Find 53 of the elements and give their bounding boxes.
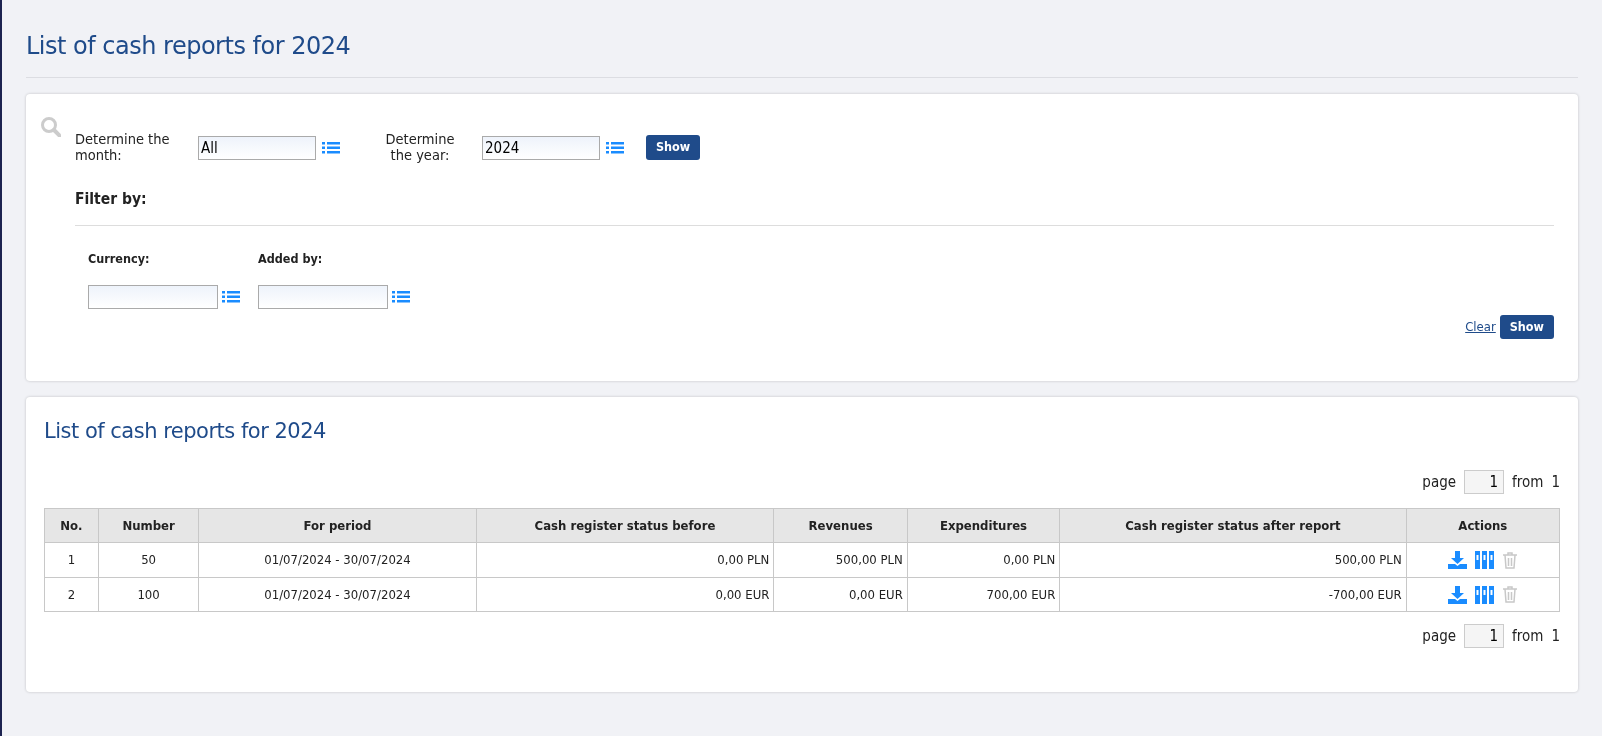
table-cell: -700,00 EUR bbox=[1059, 577, 1407, 612]
section-title: List of cash reports for 2024 bbox=[44, 418, 327, 444]
column-header: No. bbox=[44, 508, 99, 543]
filter-field[interactable] bbox=[88, 284, 218, 309]
page-title: List of cash reports for 2024 bbox=[26, 32, 352, 61]
table-cell: 2 bbox=[44, 577, 99, 612]
show-button[interactable]: Show bbox=[1499, 314, 1554, 340]
binders-icon[interactable] bbox=[1474, 585, 1494, 604]
filter-field[interactable] bbox=[258, 284, 388, 309]
column-header: Cash register status before bbox=[476, 508, 774, 543]
show-button[interactable]: Show bbox=[646, 135, 701, 161]
page-field[interactable]: 1 bbox=[1464, 470, 1505, 494]
list-icon[interactable] bbox=[392, 289, 410, 304]
page-field[interactable]: 1 bbox=[1464, 624, 1505, 649]
table-cell: 500,00 PLN bbox=[773, 543, 908, 578]
pager-label: page bbox=[1422, 626, 1457, 648]
table-cell: 100 bbox=[98, 577, 199, 612]
table-cell: 0,00 EUR bbox=[476, 577, 774, 612]
page-count: 1 bbox=[1551, 626, 1560, 648]
table-cell: 0,00 EUR bbox=[773, 577, 908, 612]
table-cell: 01/07/2024 - 30/07/2024 bbox=[198, 577, 477, 612]
page-count: 1 bbox=[1551, 471, 1560, 493]
month-field[interactable]: All bbox=[198, 135, 316, 160]
column-header: Number bbox=[98, 508, 199, 543]
field-label: Added by: bbox=[258, 249, 324, 268]
download-icon[interactable] bbox=[1447, 585, 1467, 604]
field-label: Currency: bbox=[88, 249, 151, 268]
pager-label: from bbox=[1512, 471, 1544, 493]
column-header: Actions bbox=[1406, 508, 1560, 543]
list-icon[interactable] bbox=[322, 140, 340, 155]
year-field[interactable]: 2024 bbox=[482, 135, 600, 160]
column-header: Cash register status after report bbox=[1059, 508, 1407, 543]
list-icon[interactable] bbox=[222, 289, 240, 304]
table-cell: 50 bbox=[98, 543, 199, 578]
column-header: For period bbox=[198, 508, 477, 543]
search-icon bbox=[40, 115, 61, 137]
table-cell: 700,00 EUR bbox=[907, 577, 1060, 612]
pager-label: page bbox=[1422, 471, 1457, 493]
table-cell: 500,00 PLN bbox=[1059, 543, 1407, 578]
field-label: Determine the year: bbox=[384, 131, 456, 164]
binders-icon[interactable] bbox=[1474, 551, 1494, 570]
column-header: Expenditures bbox=[907, 508, 1060, 543]
download-icon[interactable] bbox=[1447, 551, 1467, 570]
table-cell: 1 bbox=[44, 543, 99, 578]
list-icon[interactable] bbox=[606, 140, 624, 155]
clear-link[interactable]: Clear bbox=[1465, 317, 1496, 337]
table-cell: 0,00 PLN bbox=[907, 543, 1060, 578]
table-cell: 0,00 PLN bbox=[476, 543, 774, 578]
pager-label: from bbox=[1512, 626, 1544, 648]
table-cell: 01/07/2024 - 30/07/2024 bbox=[198, 543, 477, 578]
section-heading: Filter by: bbox=[75, 188, 148, 210]
column-header: Revenues bbox=[773, 508, 908, 543]
field-label: Determine the month: bbox=[75, 131, 171, 164]
